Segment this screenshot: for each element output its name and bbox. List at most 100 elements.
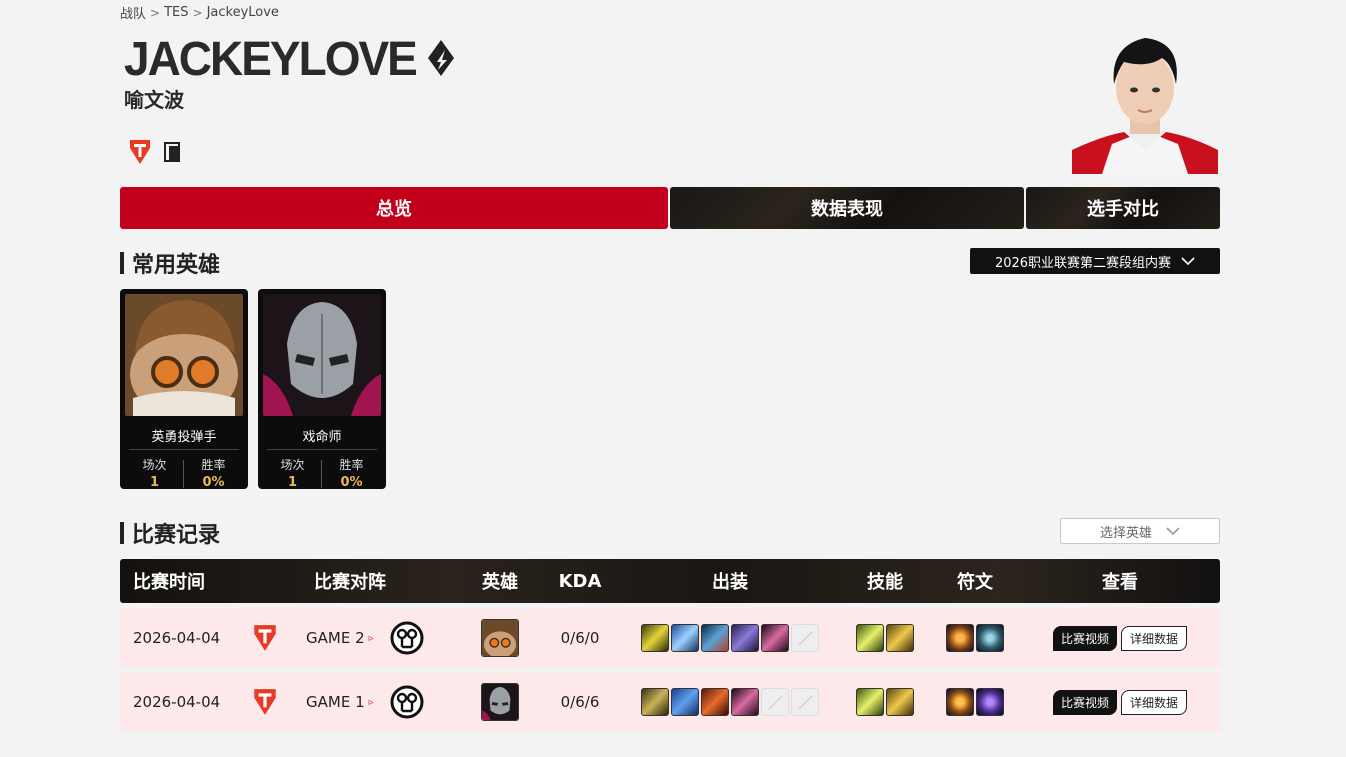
hero-card[interactable]: 戏命师 场次 1 胜率 0% [258, 289, 386, 490]
item-icon [731, 688, 759, 716]
breadcrumb-player: JackeyLove [206, 5, 279, 20]
item-icon [731, 624, 759, 652]
item-icon [701, 624, 729, 652]
divider [321, 460, 322, 488]
section-marker [120, 252, 124, 274]
heal-spell-icon [886, 624, 914, 652]
winrate-value: 0% [340, 475, 363, 490]
match-date: 2026-04-04 [133, 629, 221, 647]
flash-spell-icon [856, 624, 884, 652]
item-icon [671, 624, 699, 652]
divider [183, 460, 184, 488]
winrate-value: 0% [202, 475, 225, 490]
hero-filter-placeholder: 选择英雄 [1099, 525, 1152, 541]
skills-cell [840, 688, 930, 716]
col-hero: 英雄 [482, 572, 518, 593]
adc-role-icon [427, 40, 454, 76]
empty-item-slot [791, 624, 819, 652]
tab-player-compare[interactable]: 选手对比 [1026, 187, 1220, 229]
match-cell: GAME 2 ▹ [240, 621, 460, 655]
section-records-label: 比赛记录 [132, 523, 221, 548]
season-dropdown-value: 2026职业联赛第二赛段组内赛 [994, 255, 1172, 271]
kda-value: 0/6/0 [560, 629, 600, 647]
tes-team-logo-icon [254, 689, 276, 715]
view-cell: 比赛视频 详细数据 [1020, 689, 1220, 715]
jhin-icon [481, 683, 519, 721]
match-detail-button[interactable]: 详细数据 [1121, 689, 1188, 715]
item-icon [641, 624, 669, 652]
vs-arrow-icon: ▹ [368, 632, 374, 644]
match-video-button[interactable]: 比赛视频 [1052, 689, 1117, 715]
chevron-down-icon [1181, 257, 1195, 266]
hero-card-list: 英勇投弹手 场次 1 胜率 0% 戏命师 场次 1 胜率 0% [120, 289, 386, 490]
primary-rune-icon [946, 624, 974, 652]
match-cell: GAME 1 ▹ [240, 685, 460, 719]
hero-card-name: 英勇投弹手 [129, 420, 239, 450]
secondary-rune-icon [976, 688, 1004, 716]
hero-card[interactable]: 英勇投弹手 场次 1 胜率 0% [120, 289, 248, 490]
player-name-row: JACKEYLOVE [124, 30, 456, 86]
col-runes: 符文 [957, 572, 993, 593]
match-date: 2026-04-04 [133, 693, 221, 711]
runes-cell [930, 624, 1020, 652]
chevron-right-icon: > [192, 5, 203, 20]
heal-spell-icon [886, 688, 914, 716]
section-heroes-label: 常用英雄 [132, 253, 221, 278]
tab-overview[interactable]: 总览 [120, 187, 668, 229]
games-label: 场次 [280, 458, 305, 472]
table-row: 2026-04-04 GAME 1 ▹ 0/6/6 比赛视频 详细数据 [120, 673, 1220, 731]
primary-rune-icon [946, 688, 974, 716]
card-icon[interactable] [162, 140, 184, 164]
item-icon [641, 688, 669, 716]
chevron-down-icon [1166, 527, 1180, 536]
season-dropdown[interactable]: 2026职业联赛第二赛段组内赛 [970, 248, 1220, 274]
tab-performance[interactable]: 数据表现 [670, 187, 1024, 229]
hero-filter-dropdown[interactable]: 选择英雄 [1060, 518, 1220, 544]
ig-team-logo-icon [390, 621, 424, 655]
match-video-button[interactable]: 比赛视频 [1052, 625, 1117, 651]
col-kda: KDA [558, 570, 602, 592]
item-icon [701, 688, 729, 716]
col-items: 出装 [712, 572, 748, 593]
hero-card-stats: 场次 1 胜率 0% [125, 456, 243, 490]
match-detail-button[interactable]: 详细数据 [1121, 625, 1188, 651]
player-portrait [1072, 28, 1218, 174]
tes-team-logo-icon[interactable] [128, 138, 152, 166]
chevron-right-icon: > [150, 5, 161, 20]
item-icon [761, 624, 789, 652]
items-cell [620, 624, 840, 652]
breadcrumb-root[interactable]: 战队 [120, 3, 146, 22]
games-label: 场次 [142, 458, 167, 472]
section-title-records: 比赛记录 [120, 517, 220, 549]
col-view: 查看 [1102, 572, 1138, 593]
item-icon [671, 688, 699, 716]
kda-value: 0/6/6 [560, 693, 600, 711]
hero-cell [460, 683, 540, 721]
vs-arrow-icon: ▹ [368, 696, 374, 708]
table-row: 2026-04-04 GAME 2 ▹ 0/6/0 比赛视频 详细数据 [120, 609, 1220, 667]
ziggs-portrait [125, 294, 243, 418]
items-cell [620, 688, 840, 716]
section-marker [120, 522, 124, 544]
table-header: 比赛时间 比赛对阵 英雄 KDA 出装 技能 符文 查看 [120, 559, 1220, 603]
hero-card-stats: 场次 1 胜率 0% [263, 456, 381, 490]
view-cell: 比赛视频 详细数据 [1020, 625, 1220, 651]
breadcrumb: 战队 > TES > JackeyLove [120, 3, 279, 22]
secondary-rune-icon [976, 624, 1004, 652]
game-label: GAME 2 [306, 629, 365, 647]
breadcrumb-team[interactable]: TES [164, 5, 188, 20]
games-value: 1 [149, 475, 160, 490]
winrate-label: 胜率 [201, 458, 226, 472]
player-name: JACKEYLOVE [124, 30, 418, 86]
player-badges [128, 138, 184, 166]
col-match: 比赛对阵 [314, 572, 386, 593]
hero-card-name: 戏命师 [267, 420, 377, 450]
games-value: 1 [287, 475, 298, 490]
runes-cell [930, 688, 1020, 716]
jhin-portrait [263, 294, 381, 416]
ig-team-logo-icon [390, 685, 424, 719]
tab-bar: 总览 数据表现 选手对比 [120, 187, 1220, 229]
col-time: 比赛时间 [133, 572, 205, 593]
ziggs-icon [481, 619, 519, 657]
player-real-name: 喻文波 [124, 88, 184, 112]
